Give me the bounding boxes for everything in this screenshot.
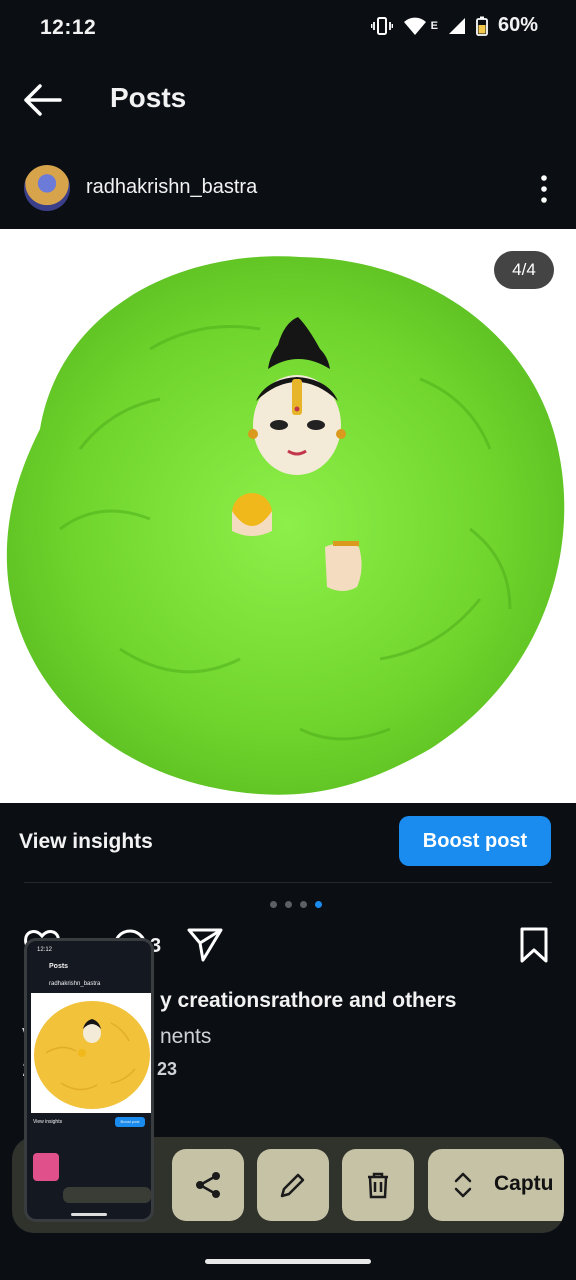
product-photo <box>6 256 565 795</box>
thumbnail-home-indicator <box>71 1213 107 1216</box>
vertical-dots-icon <box>536 175 552 208</box>
bookmark-icon <box>518 927 550 968</box>
divider <box>24 882 552 883</box>
carousel-dot-active <box>315 901 322 908</box>
thumbnail-title: Posts <box>49 963 69 970</box>
battery-level: 60% <box>497 14 538 36</box>
post-header: radhakrishn_bastra <box>0 160 576 216</box>
post-image[interactable]: 4/4 <box>0 229 576 803</box>
toolbar-share-button[interactable] <box>172 1149 244 1221</box>
view-insights-link[interactable]: View insights <box>19 830 153 854</box>
carousel-dot <box>285 901 292 908</box>
image-counter: 4/4 <box>494 251 554 289</box>
delete-button[interactable] <box>342 1149 414 1221</box>
paper-plane-icon <box>186 928 224 968</box>
post-username[interactable]: radhakrishn_bastra <box>86 176 257 199</box>
page-title: Posts <box>110 82 187 113</box>
carousel-indicator <box>270 901 322 908</box>
share-post-button[interactable] <box>186 926 224 969</box>
battery-icon <box>476 16 488 36</box>
edit-button[interactable] <box>257 1149 329 1221</box>
thumbnail-image <box>31 993 151 1113</box>
status-icons: E 60% <box>370 14 538 37</box>
more-options-button[interactable] <box>536 174 552 204</box>
app-header: Posts <box>0 70 576 130</box>
capture-more-button[interactable]: Captu <box>428 1149 564 1221</box>
thumbnail-view-insights: View insights <box>33 1119 63 1125</box>
arrow-left-icon <box>22 84 62 122</box>
wifi-icon <box>403 16 427 36</box>
insights-row: View insights Boost post <box>0 816 576 868</box>
likes-text[interactable]: y creationsrathore and others <box>160 989 456 1013</box>
carousel-dot <box>270 901 277 908</box>
avatar[interactable] <box>24 165 70 211</box>
thumbnail-boost: Boost post <box>115 1117 145 1127</box>
status-time: 12:12 <box>40 16 97 39</box>
capture-label: Captu <box>494 1172 554 1195</box>
thumbnail-overlay-image <box>33 1153 59 1181</box>
signal-icon <box>448 17 466 35</box>
thumbnail-username: radhakrishn_bastra <box>49 981 101 987</box>
back-button[interactable] <box>22 82 64 118</box>
view-comments-link[interactable]: nents <box>160 1025 211 1049</box>
network-type: E <box>430 19 438 32</box>
expand-arrows-icon <box>452 1170 474 1205</box>
boost-post-button[interactable]: Boost post <box>399 816 551 866</box>
save-button[interactable] <box>518 926 550 969</box>
thumbnail-toolbar <box>63 1187 151 1203</box>
post-date: 23 <box>157 1059 178 1079</box>
vibrate-icon <box>370 16 393 36</box>
carousel-dot <box>300 901 307 908</box>
thumbnail-time: 12:12 <box>37 947 53 953</box>
screenshot-thumbnail[interactable]: 12:12 Posts radhakrishn_bastra View insi… <box>24 938 154 1222</box>
status-bar: 12:12 E 60% <box>0 0 576 56</box>
gesture-nav-bar[interactable] <box>205 1259 371 1264</box>
